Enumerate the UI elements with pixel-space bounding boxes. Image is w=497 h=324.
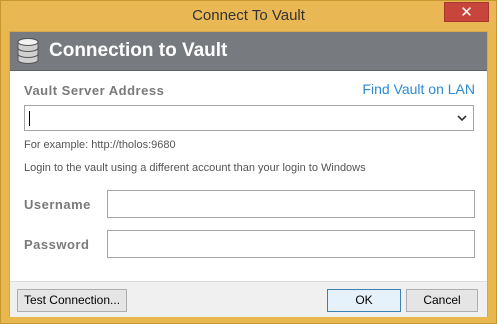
title-bar[interactable]: Connect To Vault ✕ (1, 1, 496, 31)
password-field[interactable] (107, 230, 475, 258)
form-content: Vault Server Address Find Vault on LAN F… (10, 71, 487, 281)
password-label: Password (24, 237, 90, 252)
dialog-client-area: Connection to Vault Vault Server Address… (9, 31, 488, 317)
dialog-window: Connect To Vault ✕ Connection to Vault V… (0, 0, 497, 324)
server-address-label: Vault Server Address (24, 83, 165, 98)
login-hint-text: Login to the vault using a different acc… (24, 162, 366, 174)
server-address-input[interactable] (27, 108, 451, 128)
window-title: Connect To Vault (192, 7, 305, 24)
example-text: For example: http://tholos:9680 (24, 139, 176, 151)
test-connection-button[interactable]: Test Connection... (17, 289, 127, 312)
cancel-button[interactable]: Cancel (406, 289, 478, 312)
username-input[interactable] (108, 191, 474, 217)
banner-heading: Connection to Vault (49, 40, 228, 61)
password-input[interactable] (108, 231, 474, 257)
username-field[interactable] (107, 190, 475, 218)
server-address-combo[interactable] (24, 105, 474, 131)
database-icon (17, 38, 39, 64)
find-vault-link[interactable]: Find Vault on LAN (362, 81, 475, 97)
close-button[interactable]: ✕ (444, 2, 489, 22)
ok-button[interactable]: OK (327, 289, 401, 312)
chevron-down-icon[interactable] (456, 112, 468, 124)
header-banner: Connection to Vault (10, 32, 487, 71)
button-bar: Test Connection... OK Cancel (10, 281, 487, 317)
username-label: Username (24, 197, 91, 212)
text-caret (29, 111, 30, 126)
